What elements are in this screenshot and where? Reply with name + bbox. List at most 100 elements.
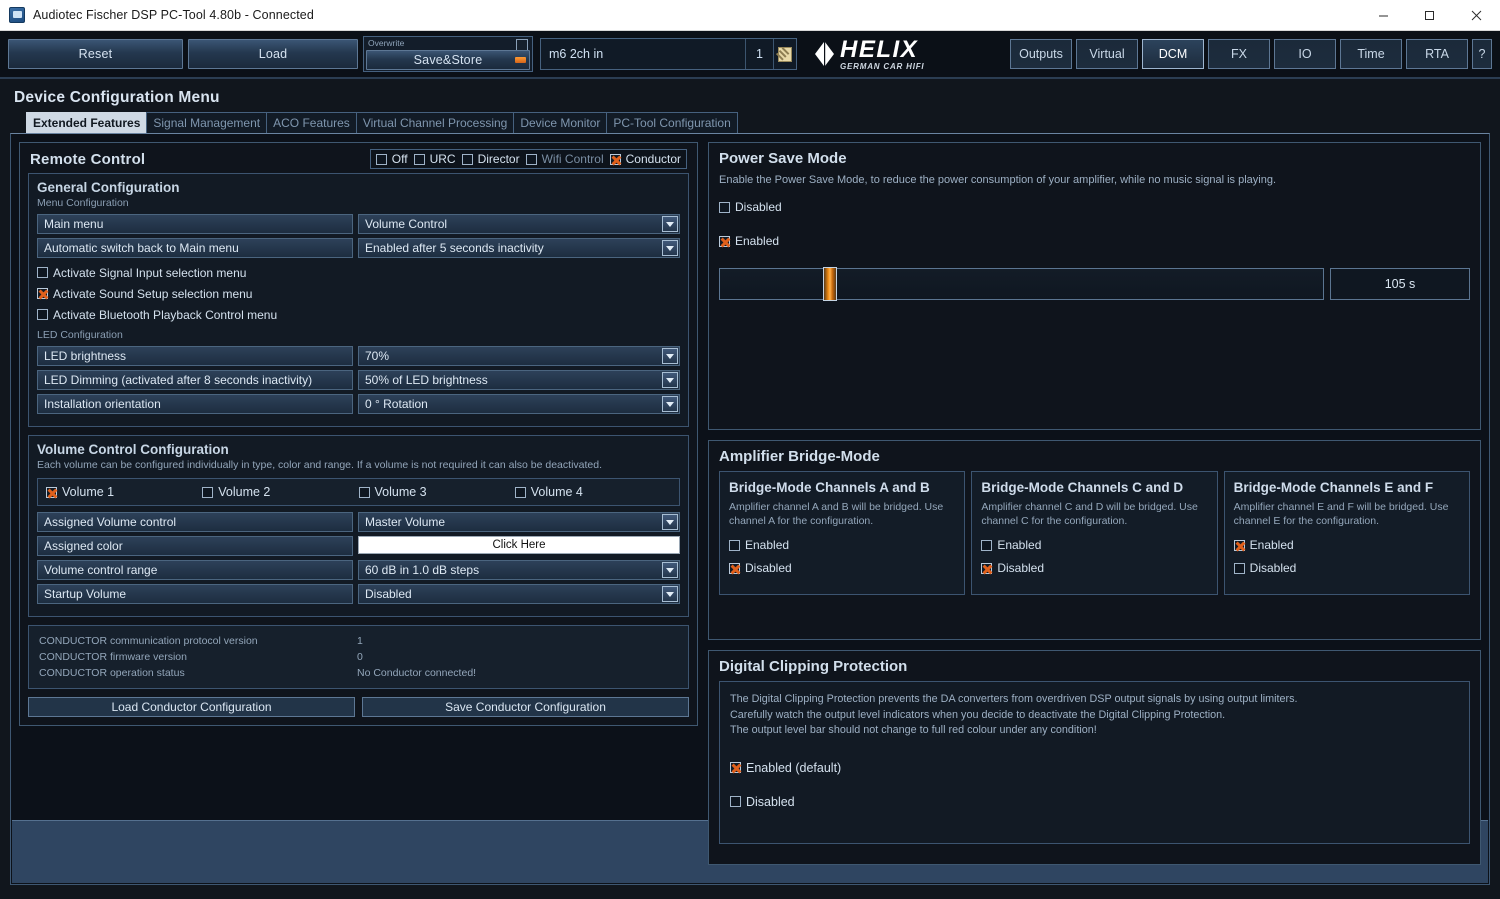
nav-button-outputs[interactable]: Outputs — [1010, 39, 1072, 69]
remote-mode-off[interactable]: Off — [375, 152, 408, 166]
volume-config-2-value[interactable]: 60 dB in 1.0 dB steps — [358, 560, 680, 580]
general-config-0-value[interactable]: Volume Control — [358, 214, 680, 234]
volume-tab-2[interactable]: Volume 2 — [202, 485, 358, 499]
bridge-3-disabled[interactable]: Disabled — [1233, 561, 1296, 575]
chevron-down-icon[interactable] — [662, 240, 678, 256]
bridge-2-enabled[interactable]: Enabled — [981, 538, 1041, 552]
reset-button[interactable]: Reset — [8, 39, 183, 69]
chevron-down-icon[interactable] — [662, 586, 678, 602]
checkbox-unchecked-icon — [37, 267, 48, 278]
bridge-mode-body: Bridge-Mode Channels A and B Amplifier ch… — [709, 471, 1480, 605]
general-config-rows: Main menu Volume Control Automatic switch … — [37, 214, 680, 258]
volume-tab-3[interactable]: Volume 3 — [358, 485, 515, 499]
power-save-disabled[interactable]: Disabled — [719, 200, 782, 214]
tab-extended-features[interactable]: Extended Features — [26, 112, 148, 133]
volume-config-1-color-button[interactable]: Click Here — [358, 536, 680, 554]
remote-mode-urc[interactable]: URC — [413, 152, 456, 166]
nav-button-io[interactable]: IO — [1274, 39, 1336, 69]
general-config-1-value[interactable]: Enabled after 5 seconds inactivity — [358, 238, 680, 258]
load-conductor-configuration-button[interactable]: Load Conductor Configuration — [28, 697, 355, 717]
chevron-down-icon[interactable] — [662, 372, 678, 388]
remote-mode-conductor-label: Conductor — [625, 152, 681, 166]
clipping-option-0[interactable]: Enabled (default) — [730, 761, 841, 775]
close-button[interactable] — [1452, 0, 1500, 31]
chevron-down-icon[interactable] — [662, 514, 678, 530]
volume-tab-checkbox-2[interactable]: Volume 2 — [202, 485, 270, 499]
bridge-1-disabled[interactable]: Disabled — [729, 561, 792, 575]
power-save-slider-handle[interactable] — [822, 266, 837, 301]
preset-name-field[interactable]: m6 2ch in — [541, 39, 746, 69]
save-conductor-configuration-button[interactable]: Save Conductor Configuration — [362, 697, 689, 717]
led-config-2-value-text: 0 ° Rotation — [365, 397, 428, 411]
led-config-1-value[interactable]: 50% of LED brightness — [358, 370, 680, 390]
volume-tab-checkbox-2-label: Volume 2 — [218, 485, 271, 499]
conductor-status-value: No Conductor connected! — [357, 667, 477, 679]
checkbox-unchecked-icon — [37, 309, 48, 320]
volume-tab-checkbox-4[interactable]: Volume 4 — [514, 485, 583, 499]
chevron-down-icon[interactable] — [662, 216, 678, 232]
volume-tab-checkbox-1-label: Volume 1 — [62, 485, 115, 499]
bridge-2-disabled[interactable]: Disabled — [981, 561, 1044, 575]
nav-button-fx[interactable]: FX — [1208, 39, 1270, 69]
preset-edit-button[interactable] — [774, 39, 796, 69]
volume-config-0-value[interactable]: Master Volume — [358, 512, 680, 532]
general-config-0-row: Main menu Volume Control — [37, 214, 680, 234]
logo-mark-icon — [814, 41, 836, 67]
remote-mode-conductor[interactable]: Conductor — [609, 152, 681, 166]
tab-virtual-channel-processing[interactable]: Virtual Channel Processing — [355, 112, 515, 133]
bridge-3-enabled[interactable]: Enabled — [1233, 538, 1294, 552]
bridge-mode-option-row: Enabled — [729, 538, 955, 552]
window-title: Audiotec Fischer DSP PC-Tool 4.80b - Con… — [33, 8, 314, 22]
chevron-down-icon[interactable] — [662, 348, 678, 364]
power-save-slider[interactable] — [719, 266, 1324, 301]
chevron-down-icon[interactable] — [662, 396, 678, 412]
volume-config-0-row: Assigned Volume control Master Volume — [37, 512, 680, 532]
bridge-mode-panel: Amplifier Bridge-Mode Bridge-Mode Channe… — [708, 440, 1481, 640]
tab-device-monitor[interactable]: Device Monitor — [513, 112, 608, 133]
checkbox-checked-icon — [729, 562, 740, 574]
nav-button-time[interactable]: Time — [1340, 39, 1402, 69]
bridge-mode-option-row: Disabled — [729, 561, 955, 575]
chevron-down-icon[interactable] — [662, 562, 678, 578]
preset-number-field[interactable]: 1 — [746, 39, 774, 69]
power-save-body: Enable the Power Save Mode, to reduce th… — [709, 173, 1480, 310]
volume-config-3-value-text: Disabled — [365, 587, 412, 601]
remote-mode-wifi-control-label: Wifi Control — [541, 152, 604, 166]
nav-button-dcm[interactable]: DCM — [1142, 39, 1204, 69]
nav-button-virtual[interactable]: Virtual — [1076, 39, 1138, 69]
volume-tab-checkbox-1[interactable]: Volume 1 — [46, 485, 114, 499]
load-button[interactable]: Load — [188, 39, 358, 69]
page-body: Device Configuration Menu Extended Featu… — [0, 79, 1500, 897]
remote-mode-wifi-control[interactable]: Wifi Control — [525, 152, 604, 166]
general-config-0-label: Main menu — [37, 214, 353, 234]
minimize-button[interactable] — [1360, 0, 1406, 31]
remote-mode-director[interactable]: Director — [461, 152, 520, 166]
tab-signal-management[interactable]: Signal Management — [146, 112, 268, 133]
volume-config-2-row: Volume control range 60 dB in 1.0 dB step… — [37, 560, 680, 580]
clipping-protection-description: The Digital Clipping Protection prevents… — [730, 692, 1459, 739]
tab-pc-tool-configuration[interactable]: PC-Tool Configuration — [606, 112, 738, 133]
checkbox-unchecked-icon — [719, 201, 730, 213]
clipping-option-1[interactable]: Disabled — [730, 795, 795, 809]
nav-button-help[interactable]: ? — [1472, 39, 1492, 69]
led-config-2-value[interactable]: 0 ° Rotation — [358, 394, 680, 414]
general-checkbox-1[interactable]: Activate Sound Setup selection menu — [37, 287, 252, 301]
save-and-store-button[interactable]: Save&Store — [366, 50, 530, 70]
general-checkbox-0[interactable]: Activate Signal Input selection menu — [37, 266, 246, 280]
general-checkbox-2[interactable]: Activate Bluetooth Playback Control menu — [37, 308, 277, 322]
remote-control-panel: Remote Control Off URC Director Wifi Contro… — [19, 142, 698, 726]
remote-control-title: Remote Control — [30, 150, 146, 168]
volume-tab-checkbox-3[interactable]: Volume 3 — [358, 485, 427, 499]
tab-bar: Extended Features Signal Management ACO Fe… — [10, 112, 1490, 133]
bridge-1-enabled[interactable]: Enabled — [729, 538, 789, 552]
bridge-mode-card-description: Amplifier channel C and D will be bridge… — [981, 501, 1198, 528]
led-config-0-value[interactable]: 70% — [358, 346, 680, 366]
logo-subtext: GERMAN CAR HIFI — [840, 61, 925, 71]
volume-config-3-value[interactable]: Disabled — [358, 584, 680, 604]
tab-aco-features[interactable]: ACO Features — [266, 112, 357, 133]
volume-tab-1[interactable]: Volume 1 — [46, 485, 202, 499]
nav-button-rta[interactable]: RTA — [1406, 39, 1468, 69]
volume-tab-4[interactable]: Volume 4 — [514, 485, 671, 499]
maximize-button[interactable] — [1406, 0, 1452, 31]
power-save-enabled[interactable]: Enabled — [719, 234, 779, 248]
